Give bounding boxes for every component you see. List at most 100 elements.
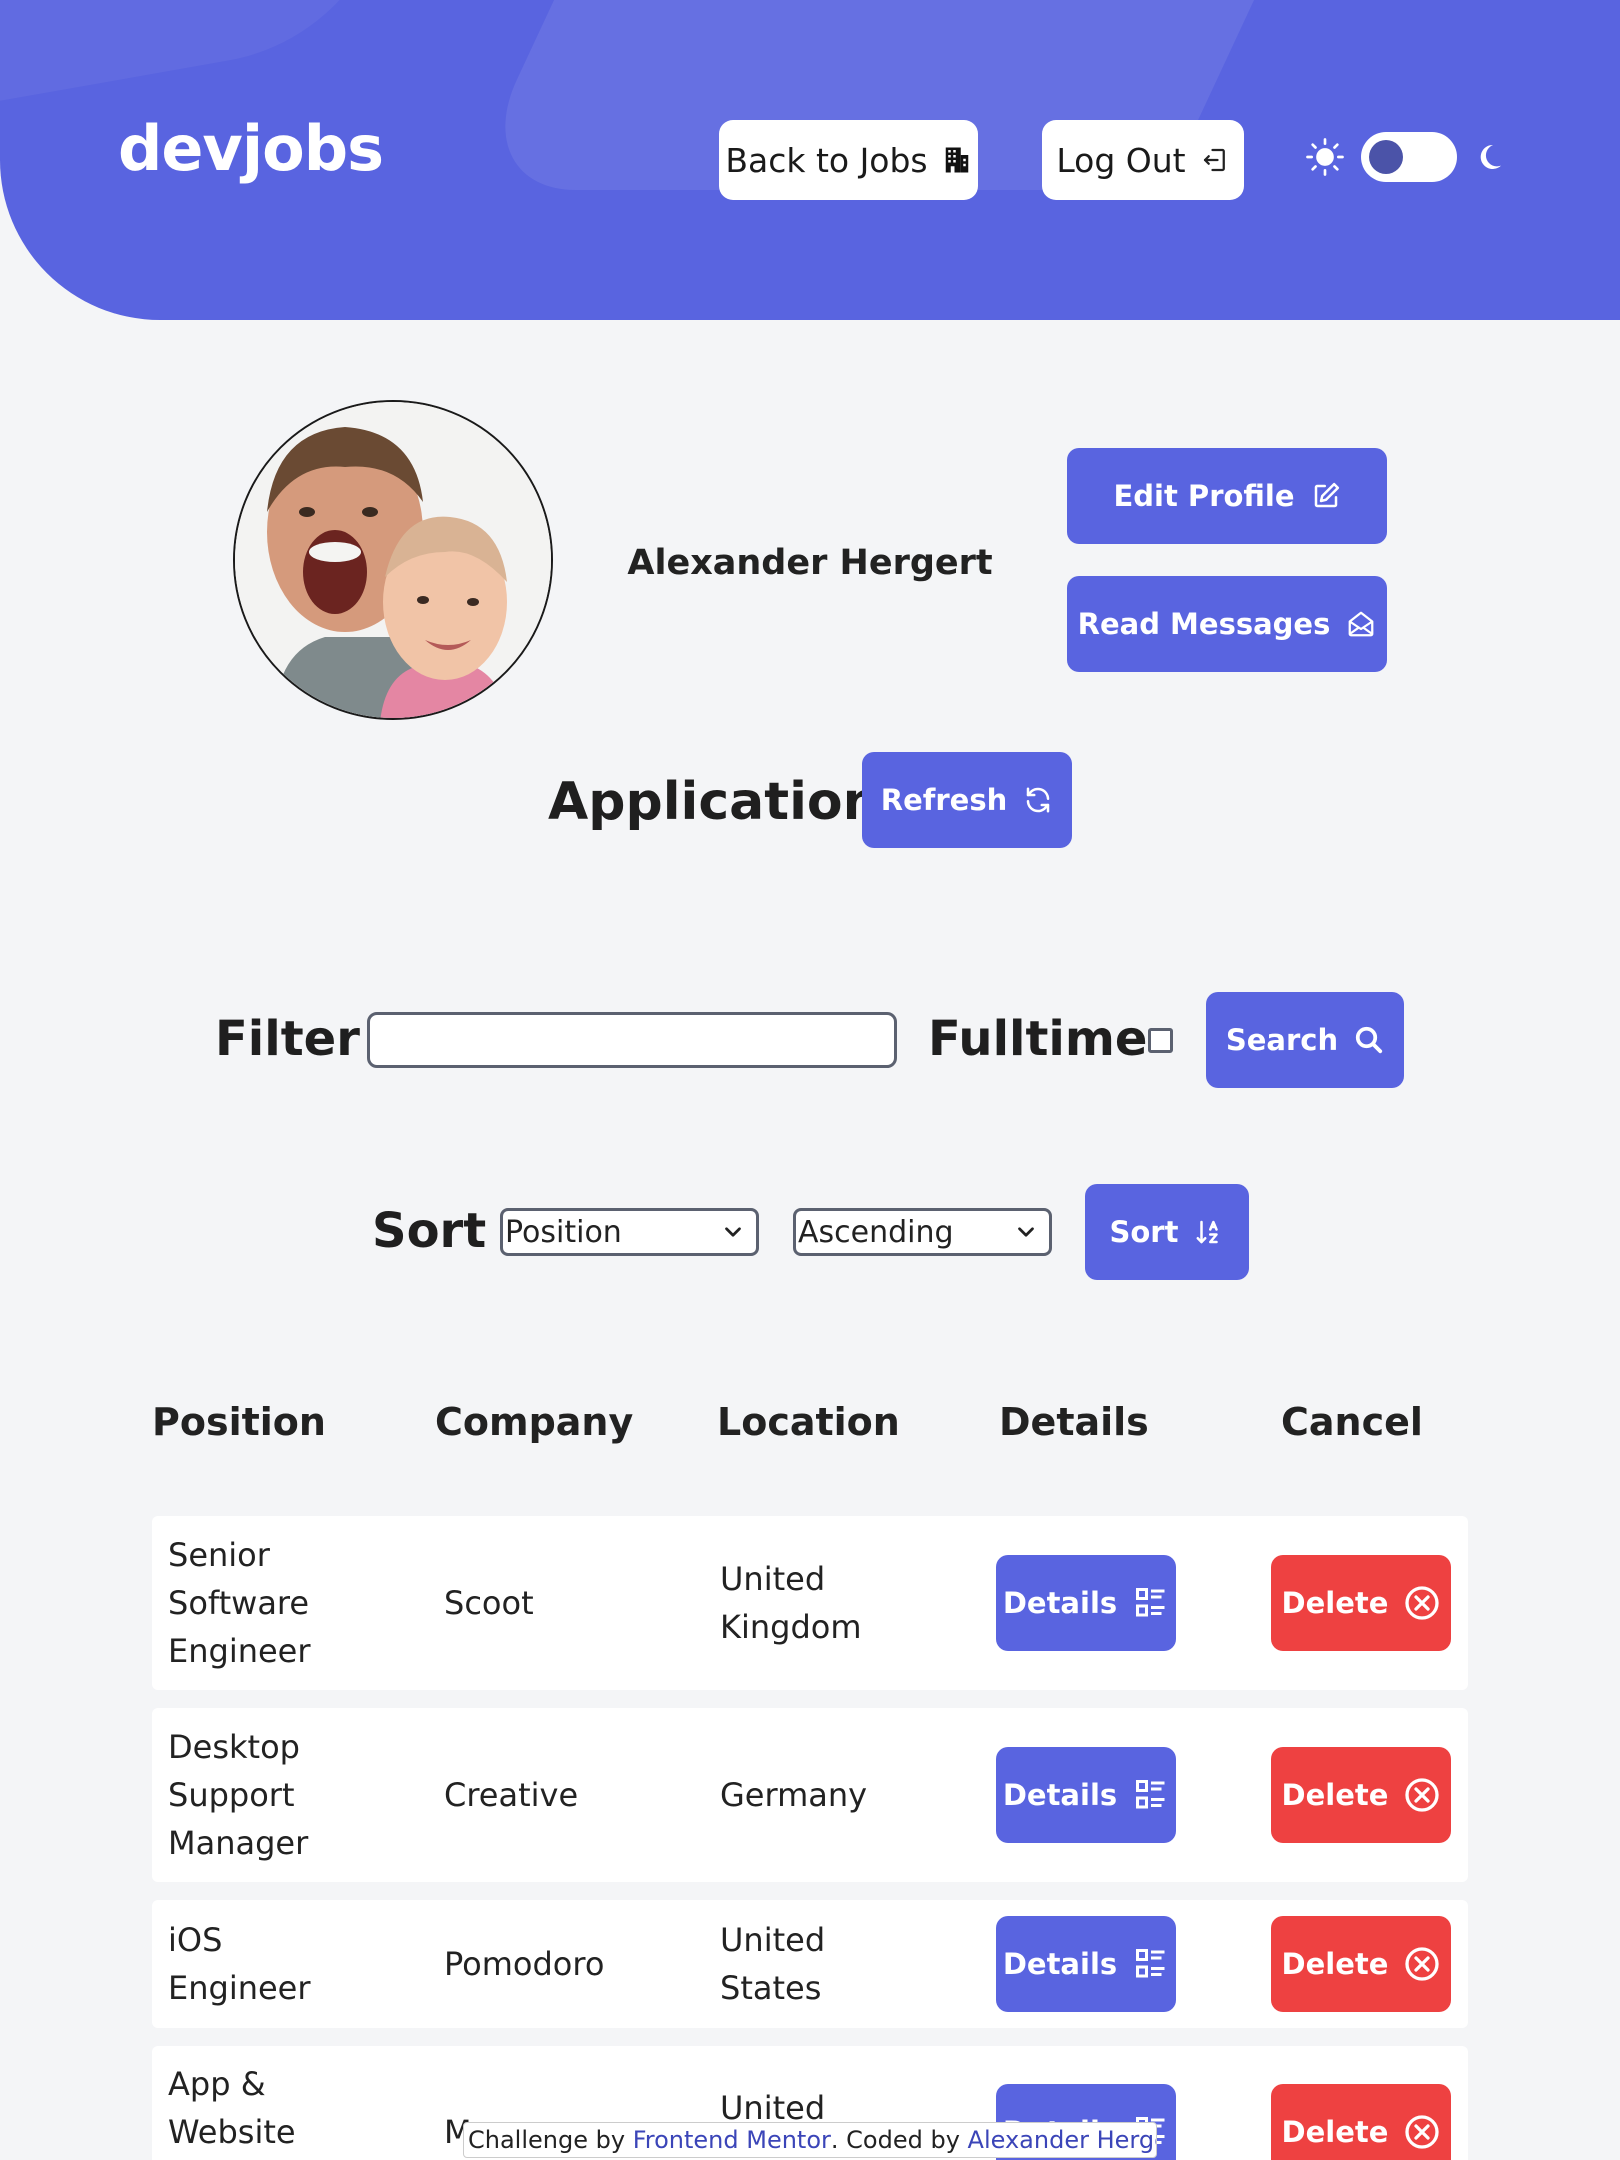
cell-text: iOS: [168, 1921, 223, 1959]
cell-text: Website: [168, 2113, 296, 2151]
cell-text: Engineer: [168, 1969, 311, 2007]
cell-position: App & Website: [168, 2060, 296, 2156]
cell-text: Desktop: [168, 1728, 300, 1766]
delete-button[interactable]: Delete: [1271, 1747, 1451, 1843]
cell-text: States: [720, 1969, 822, 2007]
log-out-icon: [1203, 148, 1225, 172]
profile-name: Alexander Hergert: [627, 543, 993, 583]
x-circle-icon: [1405, 1778, 1440, 1812]
delete-label: Delete: [1281, 1947, 1389, 1981]
sort-ascending-icon: [1196, 1220, 1219, 1244]
delete-label: Delete: [1281, 2115, 1389, 2149]
logo[interactable]: devjobs: [118, 112, 384, 185]
envelope-open-icon: [1348, 611, 1374, 637]
column-header-details: Details: [999, 1400, 1149, 1444]
cell-position: Senior Software Engineer: [168, 1531, 311, 1675]
table-row: iOS Engineer Pomodoro United States Deta…: [152, 1900, 1468, 2028]
delete-label: Delete: [1281, 1778, 1389, 1812]
log-out-button[interactable]: Log Out: [1042, 120, 1244, 200]
back-to-jobs-label: Back to Jobs: [725, 140, 928, 180]
list-details-icon: [1136, 1780, 1165, 1809]
fulltime-checkbox[interactable]: [1148, 1028, 1173, 1053]
cell-company: Scoot: [444, 1584, 534, 1622]
delete-button[interactable]: Delete: [1271, 2084, 1451, 2160]
delete-button[interactable]: Delete: [1271, 1555, 1451, 1651]
fulltime-label: Fulltime: [928, 1011, 1148, 1067]
sort-field-value: Position: [505, 1214, 622, 1250]
search-label: Search: [1225, 1023, 1339, 1057]
sort-button-label: Sort: [1109, 1215, 1179, 1249]
sort-field-select[interactable]: Position: [500, 1208, 759, 1256]
table-row: Senior Software Engineer Scoot United Ki…: [152, 1516, 1468, 1690]
cell-text: Kingdom: [720, 1608, 862, 1646]
dark-mode-switch[interactable]: [1361, 132, 1457, 182]
chevron-down-icon: [1018, 1227, 1034, 1237]
attribution-footer: Challenge by Frontend Mentor . Coded by …: [463, 2122, 1157, 2158]
avatar: [233, 400, 553, 720]
list-details-icon: [1136, 1949, 1165, 1978]
header: devjobs Back to Jobs Log Out: [0, 0, 1620, 320]
sun-icon: [1306, 138, 1344, 176]
applications-title: Applications: [548, 772, 911, 832]
refresh-label: Refresh: [880, 783, 1008, 817]
edit-profile-button[interactable]: Edit Profile: [1067, 448, 1387, 544]
column-header-company[interactable]: Company: [435, 1400, 633, 1444]
cell-text: App &: [168, 2065, 266, 2103]
details-button[interactable]: Details: [996, 1747, 1176, 1843]
cell-position: Desktop Support Manager: [168, 1723, 308, 1867]
search-button[interactable]: Search: [1206, 992, 1404, 1088]
refresh-icon: [1027, 787, 1050, 813]
delete-button[interactable]: Delete: [1271, 1916, 1451, 2012]
details-button[interactable]: Details: [996, 1555, 1176, 1651]
chevron-down-icon: [725, 1227, 741, 1237]
cell-location: United States: [720, 1916, 825, 2012]
details-label: Details: [1002, 1947, 1118, 1981]
delete-label: Delete: [1281, 1586, 1389, 1620]
table-row: Desktop Support Manager Creative Germany…: [152, 1708, 1468, 1882]
column-header-location[interactable]: Location: [717, 1400, 900, 1444]
x-circle-icon: [1405, 2115, 1440, 2149]
cell-text: Engineer: [168, 1632, 311, 1670]
read-messages-label: Read Messages: [1077, 607, 1331, 641]
moon-icon: [1480, 144, 1501, 169]
header-decoration: [0, 0, 426, 110]
refresh-button[interactable]: Refresh: [862, 752, 1072, 848]
details-button[interactable]: Details: [996, 1916, 1176, 2012]
building-icon: [945, 147, 968, 173]
author-link[interactable]: Alexander Hergert: [968, 2126, 1156, 2154]
back-to-jobs-button[interactable]: Back to Jobs: [719, 120, 978, 200]
profile-photo: [235, 402, 551, 718]
search-icon: [1356, 1026, 1383, 1054]
log-out-label: Log Out: [1056, 140, 1186, 180]
cell-location: Germany: [720, 1771, 867, 1819]
details-label: Details: [1002, 1586, 1118, 1620]
column-header-cancel: Cancel: [1281, 1400, 1423, 1444]
sort-label: Sort: [372, 1203, 487, 1259]
attribution-prefix: Challenge by: [468, 2126, 626, 2154]
cell-text: United: [720, 1921, 826, 1959]
filter-label: Filter: [215, 1011, 360, 1067]
sort-order-value: Ascending: [798, 1214, 954, 1250]
list-details-icon: [1136, 1588, 1165, 1617]
cell-text: Germany: [720, 1776, 868, 1814]
cell-text: Manager: [168, 1824, 309, 1862]
x-circle-icon: [1405, 1947, 1440, 1981]
edit-icon: [1314, 482, 1339, 508]
details-label: Details: [1002, 1778, 1118, 1812]
cell-text: Support: [168, 1776, 295, 1814]
switch-knob: [1369, 140, 1403, 174]
cell-text: Software: [168, 1584, 310, 1622]
sort-order-select[interactable]: Ascending: [793, 1208, 1052, 1256]
sort-button[interactable]: Sort: [1085, 1184, 1249, 1280]
cell-text: Senior: [168, 1536, 270, 1574]
theme-toggle: [1305, 132, 1505, 182]
read-messages-button[interactable]: Read Messages: [1067, 576, 1387, 672]
edit-profile-label: Edit Profile: [1113, 479, 1295, 513]
cell-position: iOS Engineer: [168, 1916, 311, 2012]
filter-input[interactable]: [367, 1012, 897, 1068]
x-circle-icon: [1405, 1586, 1440, 1620]
cell-company: Creative: [444, 1776, 579, 1814]
cell-text: United: [720, 1560, 826, 1598]
frontend-mentor-link[interactable]: Frontend Mentor: [633, 2126, 831, 2154]
column-header-position[interactable]: Position: [152, 1400, 326, 1444]
